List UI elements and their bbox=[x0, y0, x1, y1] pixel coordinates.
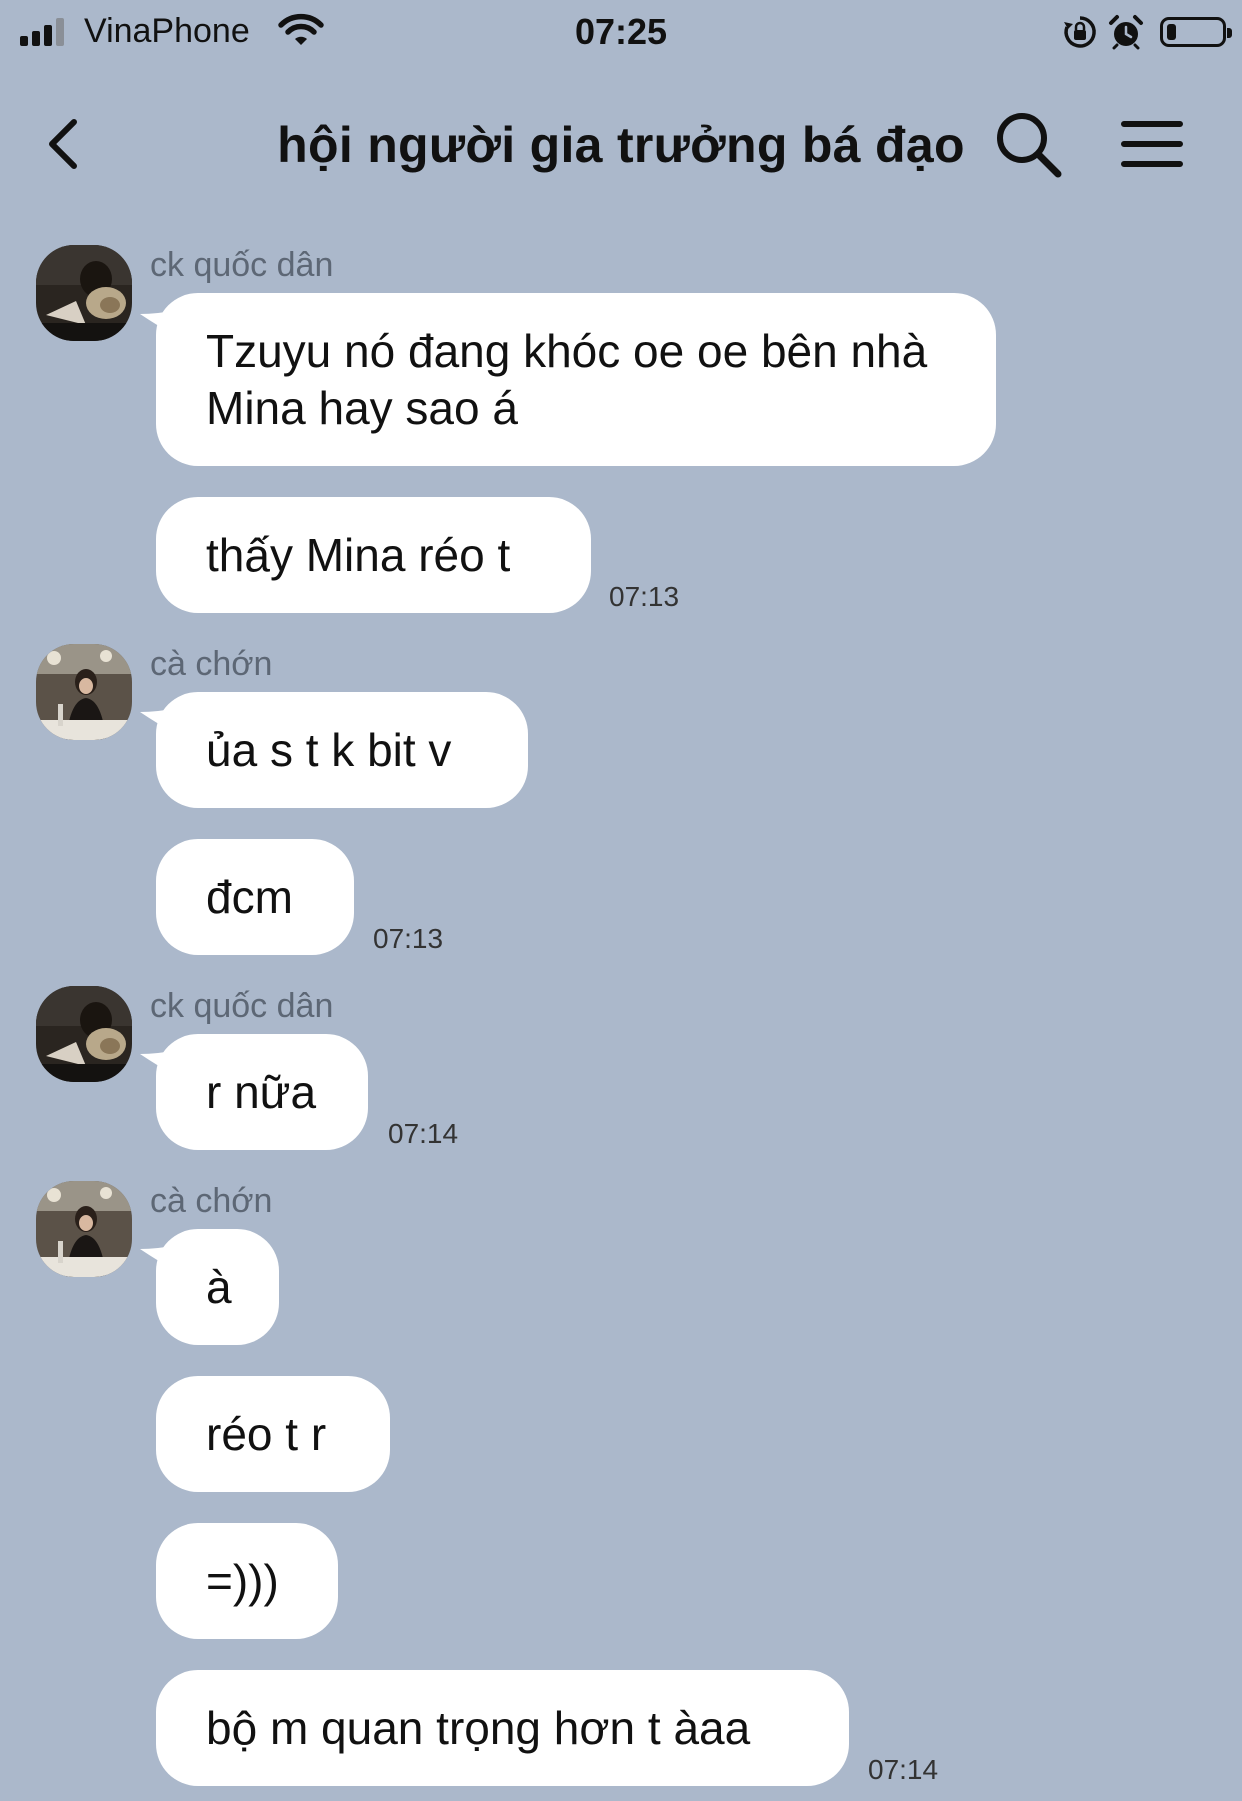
status-time: 07:25 bbox=[574, 11, 668, 52]
message-bubble[interactable]: =))) bbox=[156, 1523, 338, 1639]
message-timestamp: 07:14 bbox=[388, 1118, 459, 1149]
chat-header: hội người gia trưởng bá đạo bbox=[0, 92, 1242, 198]
alarm-clock-icon bbox=[1109, 15, 1143, 50]
sender-name: ck quốc dân bbox=[150, 987, 334, 1025]
avatar[interactable] bbox=[36, 1181, 132, 1277]
avatar[interactable] bbox=[36, 644, 132, 740]
avatar[interactable] bbox=[36, 986, 132, 1082]
hamburger-menu-icon[interactable] bbox=[1120, 114, 1184, 174]
message-bubble[interactable]: Tzuyu nó đang khóc oe oe bên nhà Mina ha… bbox=[156, 293, 996, 466]
message-timestamp: 07:13 bbox=[609, 581, 680, 612]
message-timestamp: 07:14 bbox=[868, 1754, 939, 1785]
sender-name: cà chớn bbox=[150, 645, 273, 683]
search-icon[interactable] bbox=[992, 108, 1064, 180]
status-bar: VinaPhone 07:25 bbox=[0, 0, 1242, 62]
avatar[interactable] bbox=[36, 245, 132, 341]
sender-name: ck quốc dân bbox=[150, 246, 334, 284]
message-bubble[interactable]: r nữa bbox=[156, 1034, 368, 1150]
sender-name: cà chớn bbox=[150, 1182, 273, 1220]
message-bubble[interactable]: à bbox=[156, 1229, 279, 1345]
message-bubble[interactable]: thấy Mina réo t bbox=[156, 497, 591, 613]
message-timestamp: 07:13 bbox=[373, 923, 444, 954]
message-bubble[interactable]: đcm bbox=[156, 839, 354, 955]
message-bubble[interactable]: bộ m quan trọng hơn t àaa bbox=[156, 1670, 849, 1786]
message-bubble[interactable]: réo t r bbox=[156, 1376, 390, 1492]
message-bubble[interactable]: ủa s t k bit v bbox=[156, 692, 528, 808]
battery-icon bbox=[1160, 17, 1232, 47]
rotation-lock-icon bbox=[1064, 16, 1096, 48]
